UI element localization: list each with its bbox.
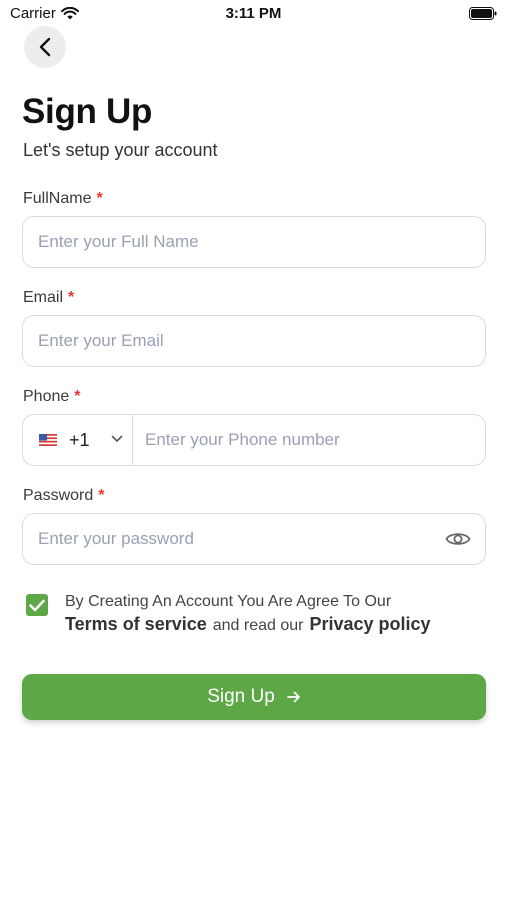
back-button[interactable] (24, 26, 66, 68)
checkmark-icon (29, 599, 45, 611)
sign-up-button-label: Sign Up (207, 686, 275, 707)
eye-icon[interactable] (445, 528, 471, 550)
dial-code: +1 (69, 430, 90, 450)
phone-label: Phone * (23, 388, 81, 406)
phone-field: +1 (22, 414, 486, 466)
us-flag-icon (39, 434, 57, 446)
required-mark: * (96, 190, 103, 207)
country-code-select[interactable]: +1 (23, 415, 133, 465)
signup-screen: Carrier 3:11 PM Sign Up Let's setup your… (0, 0, 507, 900)
full-name-field (22, 216, 486, 268)
required-mark: * (74, 388, 81, 405)
arrow-right-icon (286, 691, 300, 703)
agreement-checkbox[interactable] (26, 594, 48, 616)
required-mark: * (68, 289, 75, 306)
required-mark: * (98, 487, 105, 504)
password-input[interactable] (38, 514, 438, 564)
phone-label-text: Phone (23, 388, 70, 405)
email-label-text: Email (23, 289, 64, 306)
chevron-down-icon (111, 435, 123, 442)
battery-icon (469, 7, 497, 20)
full-name-input[interactable] (38, 217, 438, 267)
full-name-label: FullName * (23, 190, 103, 208)
full-name-label-text: FullName (23, 190, 92, 207)
phone-input[interactable] (145, 415, 465, 465)
status-time: 3:11 PM (225, 5, 282, 22)
terms-of-service-link[interactable]: Terms of service (65, 614, 207, 635)
email-label: Email * (23, 289, 74, 307)
password-field (22, 513, 486, 565)
page-title: Sign Up (22, 92, 153, 131)
status-bar: Carrier 3:11 PM (0, 0, 507, 28)
privacy-policy-link[interactable]: Privacy policy (309, 614, 430, 635)
page-subtitle: Let's setup your account (23, 140, 218, 160)
password-label: Password * (23, 487, 104, 505)
chevron-left-icon (39, 37, 51, 57)
email-input[interactable] (38, 316, 438, 366)
agreement-links-line: Terms of service and read our Privacy po… (65, 614, 431, 635)
sign-up-button[interactable]: Sign Up (22, 674, 486, 720)
agreement-text: By Creating An Account You Are Agree To … (65, 593, 392, 610)
email-field (22, 315, 486, 367)
password-label-text: Password (23, 487, 94, 504)
agreement-middle-text: and read our (212, 617, 304, 634)
